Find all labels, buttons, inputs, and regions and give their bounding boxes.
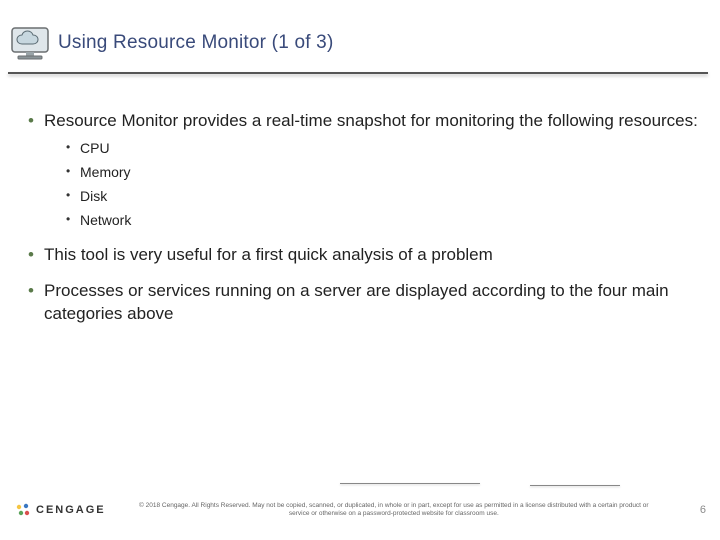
bullet-item: This tool is very useful for a first qui… xyxy=(28,244,702,267)
footer: CENGAGE © 2018 Cengage. All Rights Reser… xyxy=(0,480,720,540)
bullet-item: Resource Monitor provides a real-time sn… xyxy=(28,110,702,230)
cloud-monitor-icon xyxy=(8,22,52,64)
sub-bullet-text: Memory xyxy=(80,164,131,180)
brand: CENGAGE xyxy=(14,501,106,519)
sub-bullet-item: Memory xyxy=(66,163,702,182)
sub-bullet-item: Network xyxy=(66,211,702,230)
sub-bullet-item: CPU xyxy=(66,139,702,158)
page-title: Using Resource Monitor (1 of 3) xyxy=(58,32,333,54)
sub-bullet-text: Disk xyxy=(80,188,107,204)
brand-name: CENGAGE xyxy=(36,504,106,516)
page-number: 6 xyxy=(682,504,706,516)
bullet-text: Processes or services running on a serve… xyxy=(44,281,669,323)
sub-bullet-list: CPU Memory Disk Network xyxy=(66,139,702,230)
sub-bullet-text: Network xyxy=(80,212,131,228)
bullet-text: This tool is very useful for a first qui… xyxy=(44,245,493,264)
brand-logo-icon xyxy=(14,501,32,519)
copyright-text: © 2018 Cengage. All Rights Reserved. May… xyxy=(106,502,682,518)
sub-bullet-text: CPU xyxy=(80,140,110,156)
slide: Using Resource Monitor (1 of 3) Resource… xyxy=(0,0,720,540)
bullet-text: Resource Monitor provides a real-time sn… xyxy=(44,111,698,130)
bullet-item: Processes or services running on a serve… xyxy=(28,280,702,326)
content: Resource Monitor provides a real-time sn… xyxy=(0,74,720,326)
bullet-list: Resource Monitor provides a real-time sn… xyxy=(28,110,702,326)
header: Using Resource Monitor (1 of 3) xyxy=(0,0,720,72)
sub-bullet-item: Disk xyxy=(66,187,702,206)
